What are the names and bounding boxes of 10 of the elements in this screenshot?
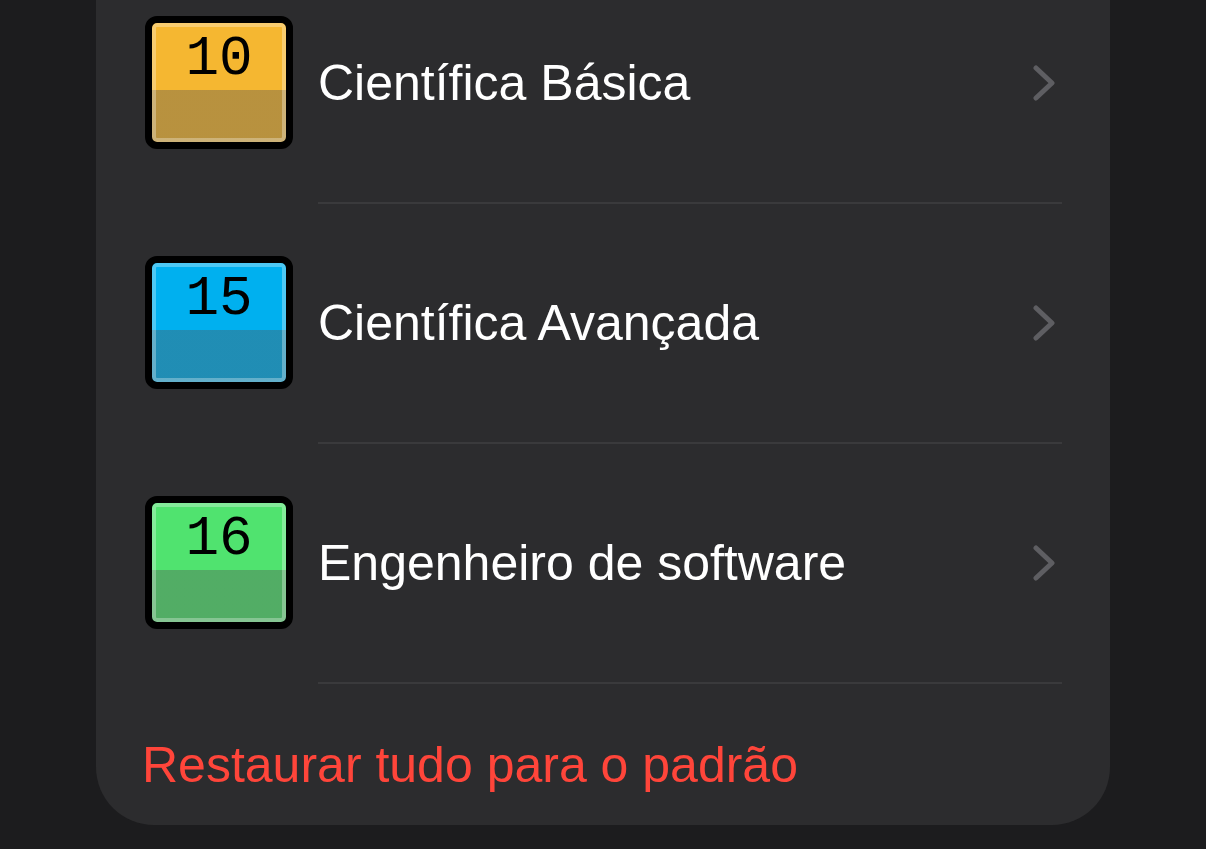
number-badge: 15 (145, 256, 293, 389)
row-label[interactable]: Engenheiro de software (318, 534, 847, 592)
row-label[interactable]: Científica Básica (318, 54, 691, 112)
chevron-right-icon (1033, 65, 1055, 101)
chevron-right-icon (1033, 545, 1055, 581)
number-badge: 10 (145, 16, 293, 149)
number-badge: 16 (145, 496, 293, 629)
restore-defaults-button[interactable]: Restaurar tudo para o padrão (142, 736, 798, 794)
chevron-right-icon (1033, 305, 1055, 341)
row-label[interactable]: Científica Avançada (318, 294, 760, 352)
